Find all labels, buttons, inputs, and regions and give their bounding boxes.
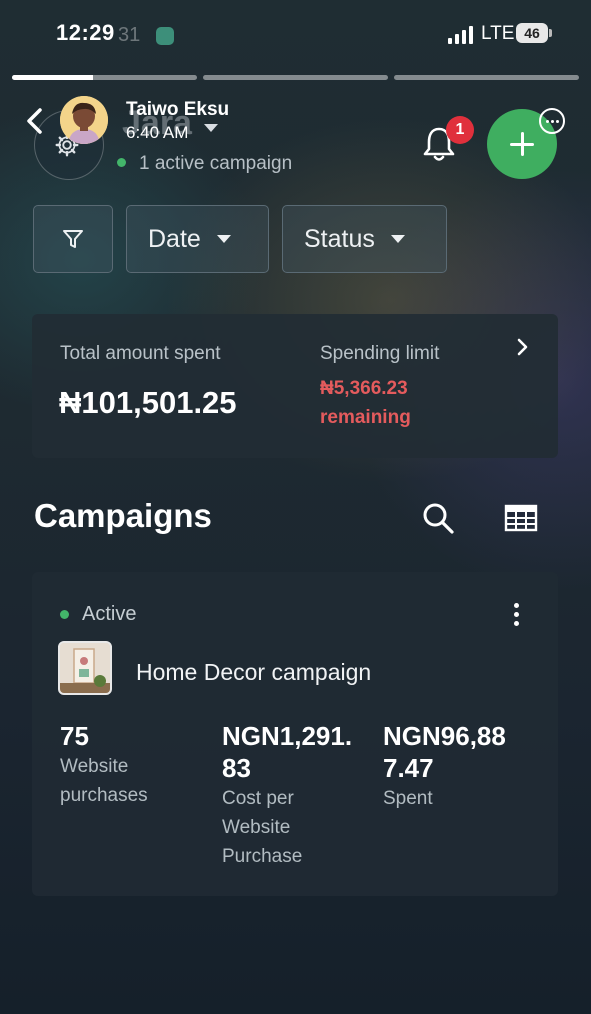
metric-value-line: 83 [222, 753, 251, 783]
story-progress-2 [203, 75, 388, 80]
chevron-down-icon [216, 235, 231, 243]
app-notification-icon [156, 27, 174, 45]
battery-icon: 46 [516, 23, 548, 43]
story-progress-3 [394, 75, 579, 80]
campaign-status-dot [60, 610, 69, 619]
network-type: LTE [481, 23, 515, 44]
metric-value-line: NGN1,291. [222, 721, 353, 751]
chevron-right-icon[interactable] [516, 338, 530, 356]
filter-button[interactable] [33, 205, 113, 273]
metric-label-line: Purchase [222, 846, 303, 867]
chevron-down-icon [390, 235, 405, 243]
search-icon[interactable] [420, 500, 456, 536]
campaign-image-icon [60, 643, 110, 693]
status-time-ghost: 31 [118, 24, 141, 46]
metric-website-purchases: 75 Website purchases [60, 720, 148, 810]
account-dropdown-icon[interactable] [204, 124, 218, 132]
metric-label-line: purchases [60, 785, 148, 806]
active-status-dot [117, 158, 126, 167]
story-posted-time: 6:40 AM [126, 123, 189, 142]
metric-value-line: 75 [60, 721, 89, 751]
spending-limit-label: Spending limit [320, 343, 440, 364]
campaign-more-icon[interactable] [512, 603, 520, 627]
total-spent-label: Total amount spent [60, 343, 221, 364]
date-filter-label: Date [148, 224, 201, 253]
notification-badge: 1 [446, 116, 474, 144]
metric-label-line: Website [222, 817, 291, 838]
more-options-icon[interactable] [539, 108, 565, 134]
story-account-name: Taiwo Eksu [126, 99, 230, 120]
total-spent-value: ₦101,501.25 [59, 385, 237, 420]
back-chevron-icon[interactable] [20, 104, 54, 138]
metric-amount-spent: NGN96,88 7.47 Spent [383, 720, 506, 813]
metric-label-line: Cost per [222, 788, 294, 809]
spending-limit-remaining-suffix: remaining [320, 407, 411, 428]
campaigns-heading: Campaigns [34, 497, 212, 534]
plus-icon-vertical [521, 132, 524, 156]
battery-tip [549, 29, 552, 37]
status-filter-dropdown[interactable]: Status [282, 205, 447, 273]
table-view-icon[interactable] [504, 504, 538, 532]
campaign-status: Active [82, 603, 137, 625]
active-campaign-count: 1 active campaign [139, 153, 293, 174]
metric-value-line: NGN96,88 [383, 721, 506, 751]
status-time: 12:29 [56, 20, 115, 45]
profile-avatar[interactable] [60, 96, 108, 144]
status-filter-label: Status [304, 224, 375, 253]
funnel-icon [63, 230, 83, 248]
date-filter-dropdown[interactable]: Date [126, 205, 269, 273]
campaign-name: Home Decor campaign [136, 659, 372, 685]
metric-label-line: Website [60, 756, 129, 777]
metric-value-line: 7.47 [383, 753, 434, 783]
campaign-thumbnail [58, 641, 112, 695]
person-avatar-icon [60, 96, 108, 144]
spending-limit-remaining-value: ₦5,366.23 [320, 378, 408, 399]
signal-icon [448, 26, 473, 44]
metric-label-line: Spent [383, 788, 433, 809]
story-progress-1 [12, 75, 197, 80]
metric-cost-per-purchase: NGN1,291. 83 Cost per Website Purchase [222, 720, 352, 871]
